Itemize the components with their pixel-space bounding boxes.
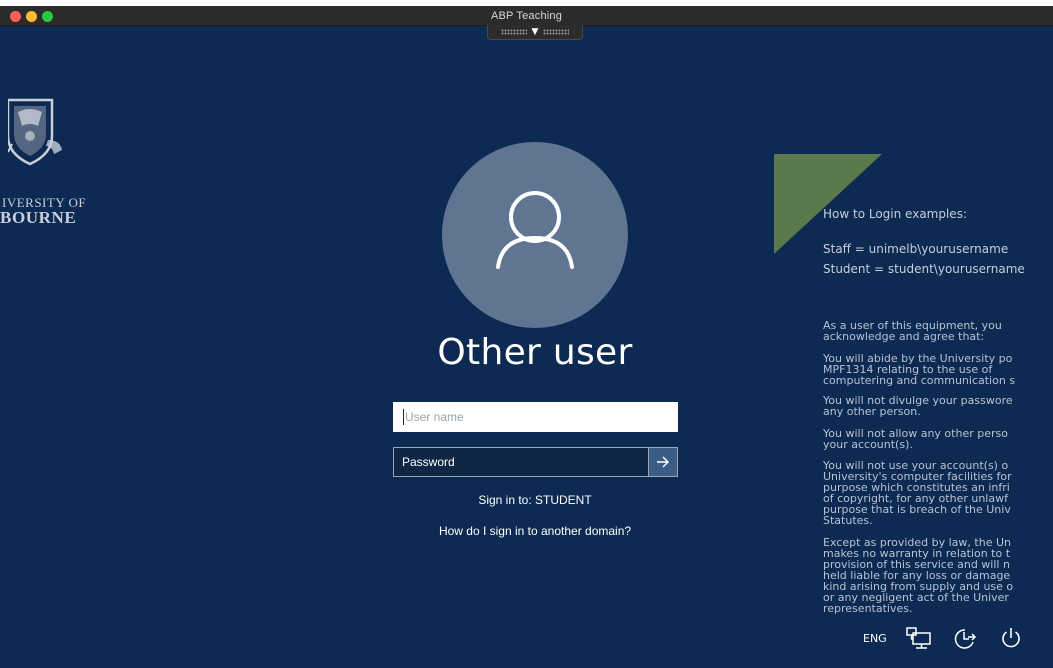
notice-line: any other person. bbox=[823, 405, 921, 418]
notice-line: acknowledge and agree that: bbox=[823, 330, 985, 343]
arrow-right-icon bbox=[657, 456, 669, 468]
grip-dots-icon bbox=[500, 29, 527, 35]
grip-dots-icon bbox=[543, 29, 570, 35]
accessibility-icon[interactable] bbox=[951, 625, 979, 651]
notice-staff-example: Staff = unimelb\yourusername bbox=[823, 242, 1009, 256]
username-field[interactable]: User name bbox=[393, 402, 678, 432]
university-name-line2: BOURNE bbox=[0, 208, 77, 227]
mac-window: ABP Teaching IVERSITY OF BOURNE Other us… bbox=[0, 6, 1053, 668]
network-icon[interactable] bbox=[905, 625, 933, 651]
submit-sign-in-button[interactable] bbox=[648, 448, 677, 476]
other-domain-link[interactable]: How do I sign in to another domain? bbox=[392, 524, 678, 538]
text-caret bbox=[403, 409, 404, 425]
notice-line: your account(s). bbox=[823, 438, 913, 451]
password-placeholder: Password bbox=[402, 455, 455, 469]
notice-student-example: Student = student\yourusername bbox=[823, 262, 1025, 276]
notice-heading: How to Login examples: bbox=[823, 207, 967, 221]
input-language-button[interactable]: ENG bbox=[863, 632, 887, 645]
university-crest-icon bbox=[8, 98, 62, 166]
notice-line: computering and communication s bbox=[823, 374, 1016, 387]
login-notice-panel: How to Login examples: Staff = unimelb\y… bbox=[823, 26, 1053, 668]
arrow-down-icon: ▼ bbox=[531, 26, 539, 37]
window-title: ABP Teaching bbox=[490, 10, 563, 22]
window-titlebar[interactable]: ABP Teaching bbox=[0, 6, 1053, 26]
login-screen: IVERSITY OF BOURNE Other user User name … bbox=[0, 26, 1053, 668]
remote-toolbar-handle[interactable]: ▼ bbox=[487, 25, 583, 40]
notice-line: representatives. bbox=[823, 602, 913, 615]
user-avatar bbox=[442, 142, 628, 328]
username-placeholder: User name bbox=[405, 410, 464, 424]
password-field[interactable]: Password bbox=[393, 447, 678, 477]
notice-line: Statutes. bbox=[823, 514, 873, 527]
user-icon bbox=[496, 191, 574, 269]
university-logo: IVERSITY OF BOURNE bbox=[0, 96, 98, 236]
power-icon[interactable] bbox=[997, 625, 1025, 651]
system-tray: ENG bbox=[863, 624, 1043, 652]
sign-in-domain-label: Sign in to: STUDENT bbox=[478, 493, 592, 507]
selected-user-name: Other user bbox=[437, 332, 633, 373]
